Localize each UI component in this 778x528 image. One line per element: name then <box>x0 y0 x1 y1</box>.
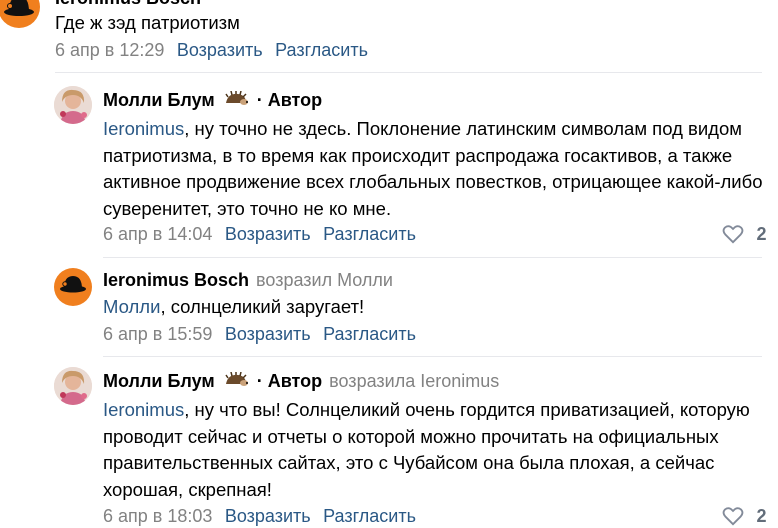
likes-count: 2 <box>756 224 767 244</box>
comment-actions: 6 апр в 15:59 Возразить Разгласить <box>103 324 416 345</box>
avatar-molly[interactable] <box>54 86 92 124</box>
reply-to-label[interactable]: возразил Молли <box>256 270 393 290</box>
bowler-hat-icon <box>60 276 86 293</box>
comment-body: Ieronimus, ну что вы! Солнцеликий очень … <box>103 397 773 503</box>
heart-icon <box>722 225 744 244</box>
author-badge: · Автор <box>256 371 323 391</box>
comment-body: Ieronimus, ну точно не здесь. Поклонение… <box>103 116 773 222</box>
hedgehog-icon <box>224 90 248 112</box>
comment-body: Молли, солнцеликий заругает! <box>103 294 773 321</box>
disagree-button[interactable]: Разгласить <box>275 40 368 60</box>
reply-button[interactable]: Возразить <box>225 506 311 526</box>
reply-button[interactable]: Возразить <box>177 40 263 60</box>
like-button[interactable]: 2 <box>722 224 766 245</box>
comment-author-line: Молли Блум · Автор возразила Ieronimus <box>103 371 499 393</box>
comment-author[interactable]: Ieronimus Bosch <box>55 0 201 9</box>
likes-count: 2 <box>756 506 767 526</box>
profile-photo-icon <box>54 367 92 405</box>
comment-date[interactable]: 6 апр в 18:03 <box>103 506 212 526</box>
bowler-hat-icon <box>4 0 34 16</box>
reply-to-label[interactable]: возразила Ieronimus <box>329 371 499 391</box>
disagree-button[interactable]: Разгласить <box>323 506 416 526</box>
divider <box>103 257 762 258</box>
comment-actions: 6 апр в 14:04 Возразить Разгласить <box>103 224 416 245</box>
comment-text: , ну точно не здесь. Поклонение латински… <box>103 118 763 219</box>
avatar-ieronimus[interactable] <box>54 268 92 306</box>
comment-text: , солнцеликий заругает! <box>160 296 365 317</box>
comment-actions: 6 апр в 12:29 Возразить Разгласить <box>55 40 368 61</box>
hedgehog-icon <box>224 371 248 393</box>
disagree-button[interactable]: Разгласить <box>323 324 416 344</box>
comment-text: Где ж зэд патриотизм <box>55 12 240 33</box>
comment-author-line: Ieronimus Bosch возразил Молли <box>103 270 393 291</box>
mention-link[interactable]: Ieronimus <box>103 118 184 139</box>
comment-author-line: Молли Блум · Автор <box>103 90 322 112</box>
comment-author[interactable]: Ieronimus Bosch <box>103 270 249 290</box>
comment-text: , ну что вы! Солнцеликий очень гордится … <box>103 399 750 500</box>
like-button[interactable]: 2 <box>722 506 766 527</box>
comment-date[interactable]: 6 апр в 14:04 <box>103 224 212 244</box>
mention-link[interactable]: Молли <box>103 296 160 317</box>
divider <box>103 356 762 357</box>
heart-icon <box>722 507 744 526</box>
reply-button[interactable]: Возразить <box>225 324 311 344</box>
avatar-molly[interactable] <box>54 367 92 405</box>
comment-author[interactable]: Молли Блум <box>103 90 215 110</box>
disagree-button[interactable]: Разгласить <box>323 224 416 244</box>
mention-link[interactable]: Ieronimus <box>103 399 184 420</box>
comment-actions: 6 апр в 18:03 Возразить Разгласить <box>103 506 416 527</box>
divider <box>55 72 762 73</box>
comment-date[interactable]: 6 апр в 15:59 <box>103 324 212 344</box>
avatar-ieronimus[interactable] <box>0 0 40 28</box>
profile-photo-icon <box>54 86 92 124</box>
comment-author[interactable]: Молли Блум <box>103 371 215 391</box>
author-badge: · Автор <box>256 90 323 110</box>
comment-date[interactable]: 6 апр в 12:29 <box>55 40 164 60</box>
reply-button[interactable]: Возразить <box>225 224 311 244</box>
